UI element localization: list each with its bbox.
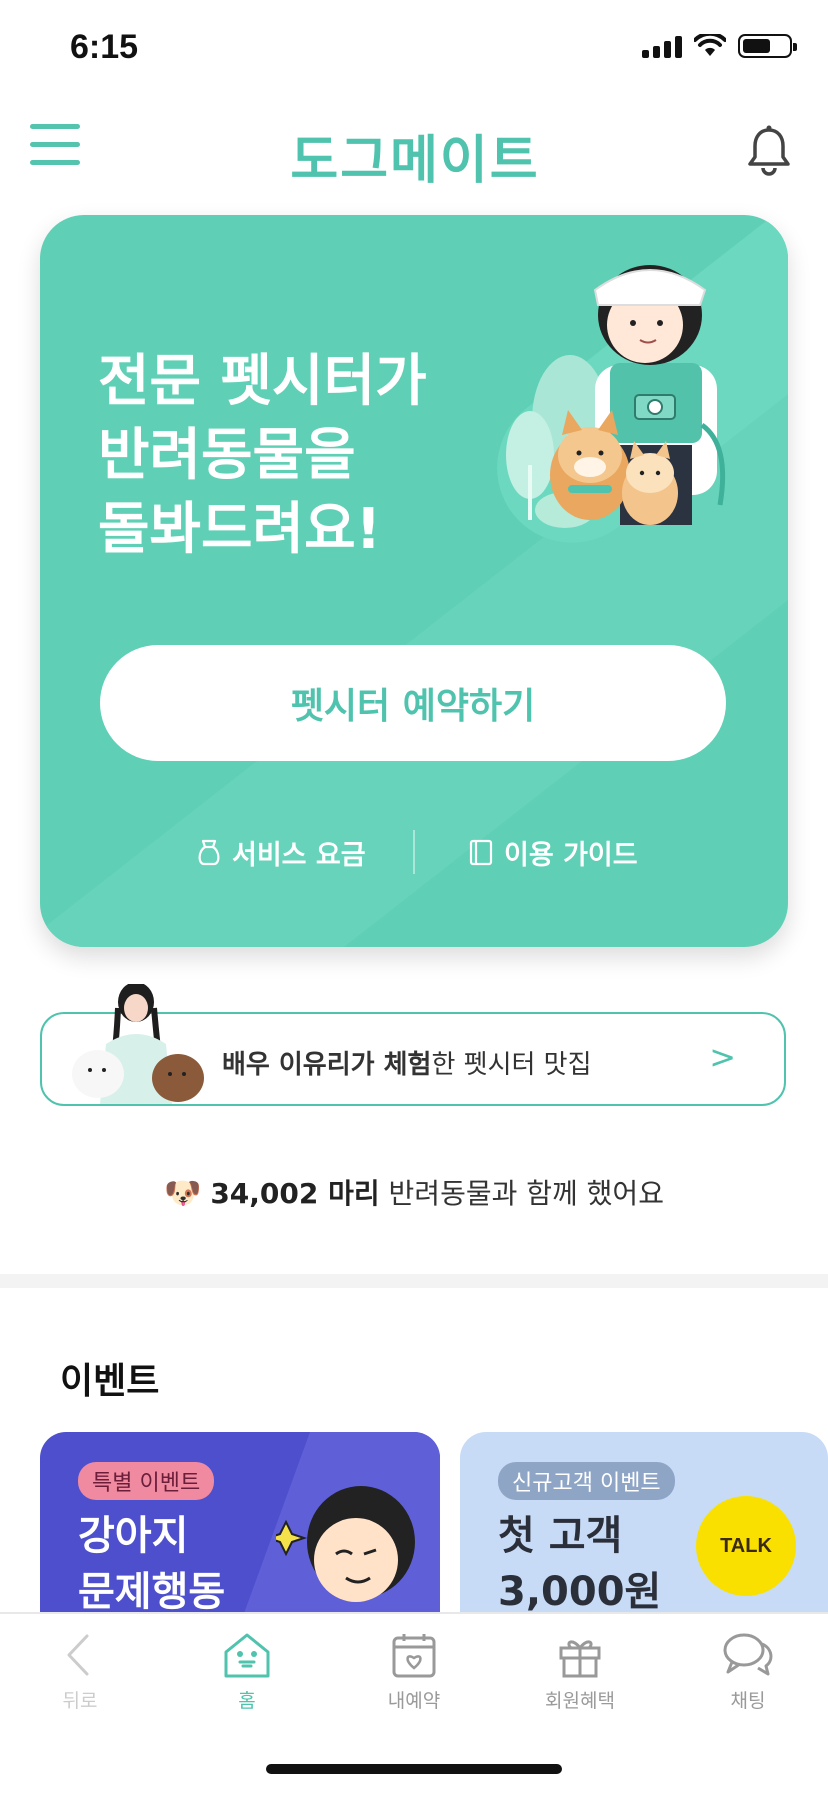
section-divider (0, 1274, 828, 1288)
hero-links-divider (413, 830, 415, 874)
service-fee-link[interactable]: 서비스 요금 (196, 827, 366, 877)
event-title: 첫 고객 3,000원 (498, 1513, 662, 1612)
bell-icon (748, 125, 790, 176)
menu-icon-line (30, 124, 80, 129)
home-indicator (266, 1764, 562, 1774)
app-logo: 도그메이트 (290, 131, 540, 191)
nav-home[interactable]: 홈 (187, 1630, 307, 1713)
event-card-special[interactable]: 특별 이벤트 강아지 문제행동 (40, 1432, 440, 1612)
nav-my-reservations-label: 내예약 (387, 1690, 441, 1712)
battery-icon (738, 34, 797, 58)
menu-button[interactable] (30, 124, 80, 168)
menu-icon-line (30, 160, 80, 165)
cellular-signal-icon (642, 34, 682, 58)
nav-member-benefits-label: 회원혜택 (545, 1690, 615, 1712)
service-fee-label: 서비스 요금 (232, 839, 366, 871)
nav-chat[interactable]: 채팅 (688, 1630, 808, 1713)
notification-bell-button[interactable] (744, 124, 794, 176)
nav-back[interactable]: 뒤로 (20, 1630, 140, 1713)
nav-home-label: 홈 (238, 1690, 256, 1712)
pouch-icon (198, 839, 220, 866)
hero-card: 전문 펫시터가 반려동물을 돌봐드려요! 펫시터 예약하기 서비스 요금 이용 … (40, 215, 788, 947)
hero-links: 서비스 요금 이용 가이드 (40, 827, 788, 877)
book-icon (469, 839, 493, 866)
promo-banner[interactable]: 배우 이유리가 체험한 펫시터 맛집 > (40, 984, 786, 1106)
event-title: 강아지 문제행동 (78, 1513, 226, 1612)
menu-icon-line (30, 142, 80, 147)
nav-back-label: 뒤로 (62, 1690, 98, 1712)
chat-bubble-icon (723, 1633, 773, 1676)
hero-title: 전문 펫시터가 반려동물을 돌봐드려요! (98, 349, 427, 562)
gift-icon (559, 1640, 601, 1678)
petsitter-illustration (506, 265, 726, 528)
promo-rest: 한 펫시터 맛집 (431, 1050, 592, 1080)
home-icon (224, 1633, 270, 1678)
reserve-petsitter-button[interactable]: 펫시터 예약하기 (100, 645, 726, 761)
status-icons (642, 34, 797, 58)
wifi-icon (694, 34, 726, 56)
event-badge: 신규고객 이벤트 (498, 1462, 675, 1500)
dog-face-icon: 🐶 (164, 1176, 202, 1211)
event-badge: 특별 이벤트 (78, 1462, 215, 1500)
promo-highlight: 배우 이유리가 체험 (222, 1050, 432, 1080)
pet-counter: 🐶 34,002 마리 반려동물과 함께 했어요 (0, 1172, 828, 1212)
kakao-talk-icon: TALK (696, 1496, 796, 1596)
pet-count-suffix: 반려동물과 함께 했어요 (388, 1177, 664, 1210)
nav-my-reservations[interactable]: 내예약 (354, 1630, 474, 1713)
trainer-illustration (276, 1486, 415, 1602)
promo-photo (72, 984, 204, 1104)
usage-guide-link[interactable]: 이용 가이드 (468, 827, 638, 877)
nav-member-benefits[interactable]: 회원혜택 (520, 1630, 640, 1713)
usage-guide-label: 이용 가이드 (504, 839, 638, 871)
chevron-left-icon (67, 1634, 89, 1676)
status-time: 6:15 (70, 28, 139, 66)
chevron-right-icon: > (709, 1038, 736, 1076)
nav-chat-label: 채팅 (730, 1690, 766, 1712)
promo-text: 배우 이유리가 체험한 펫시터 맛집 (222, 1044, 592, 1081)
pet-count: 34,002 마리 (210, 1177, 380, 1210)
calendar-heart-icon (392, 1634, 436, 1678)
event-card-new-customer[interactable]: 신규고객 이벤트 첫 고객 3,000원 TALK (460, 1432, 828, 1612)
events-section-title: 이벤트 (60, 1361, 160, 1402)
